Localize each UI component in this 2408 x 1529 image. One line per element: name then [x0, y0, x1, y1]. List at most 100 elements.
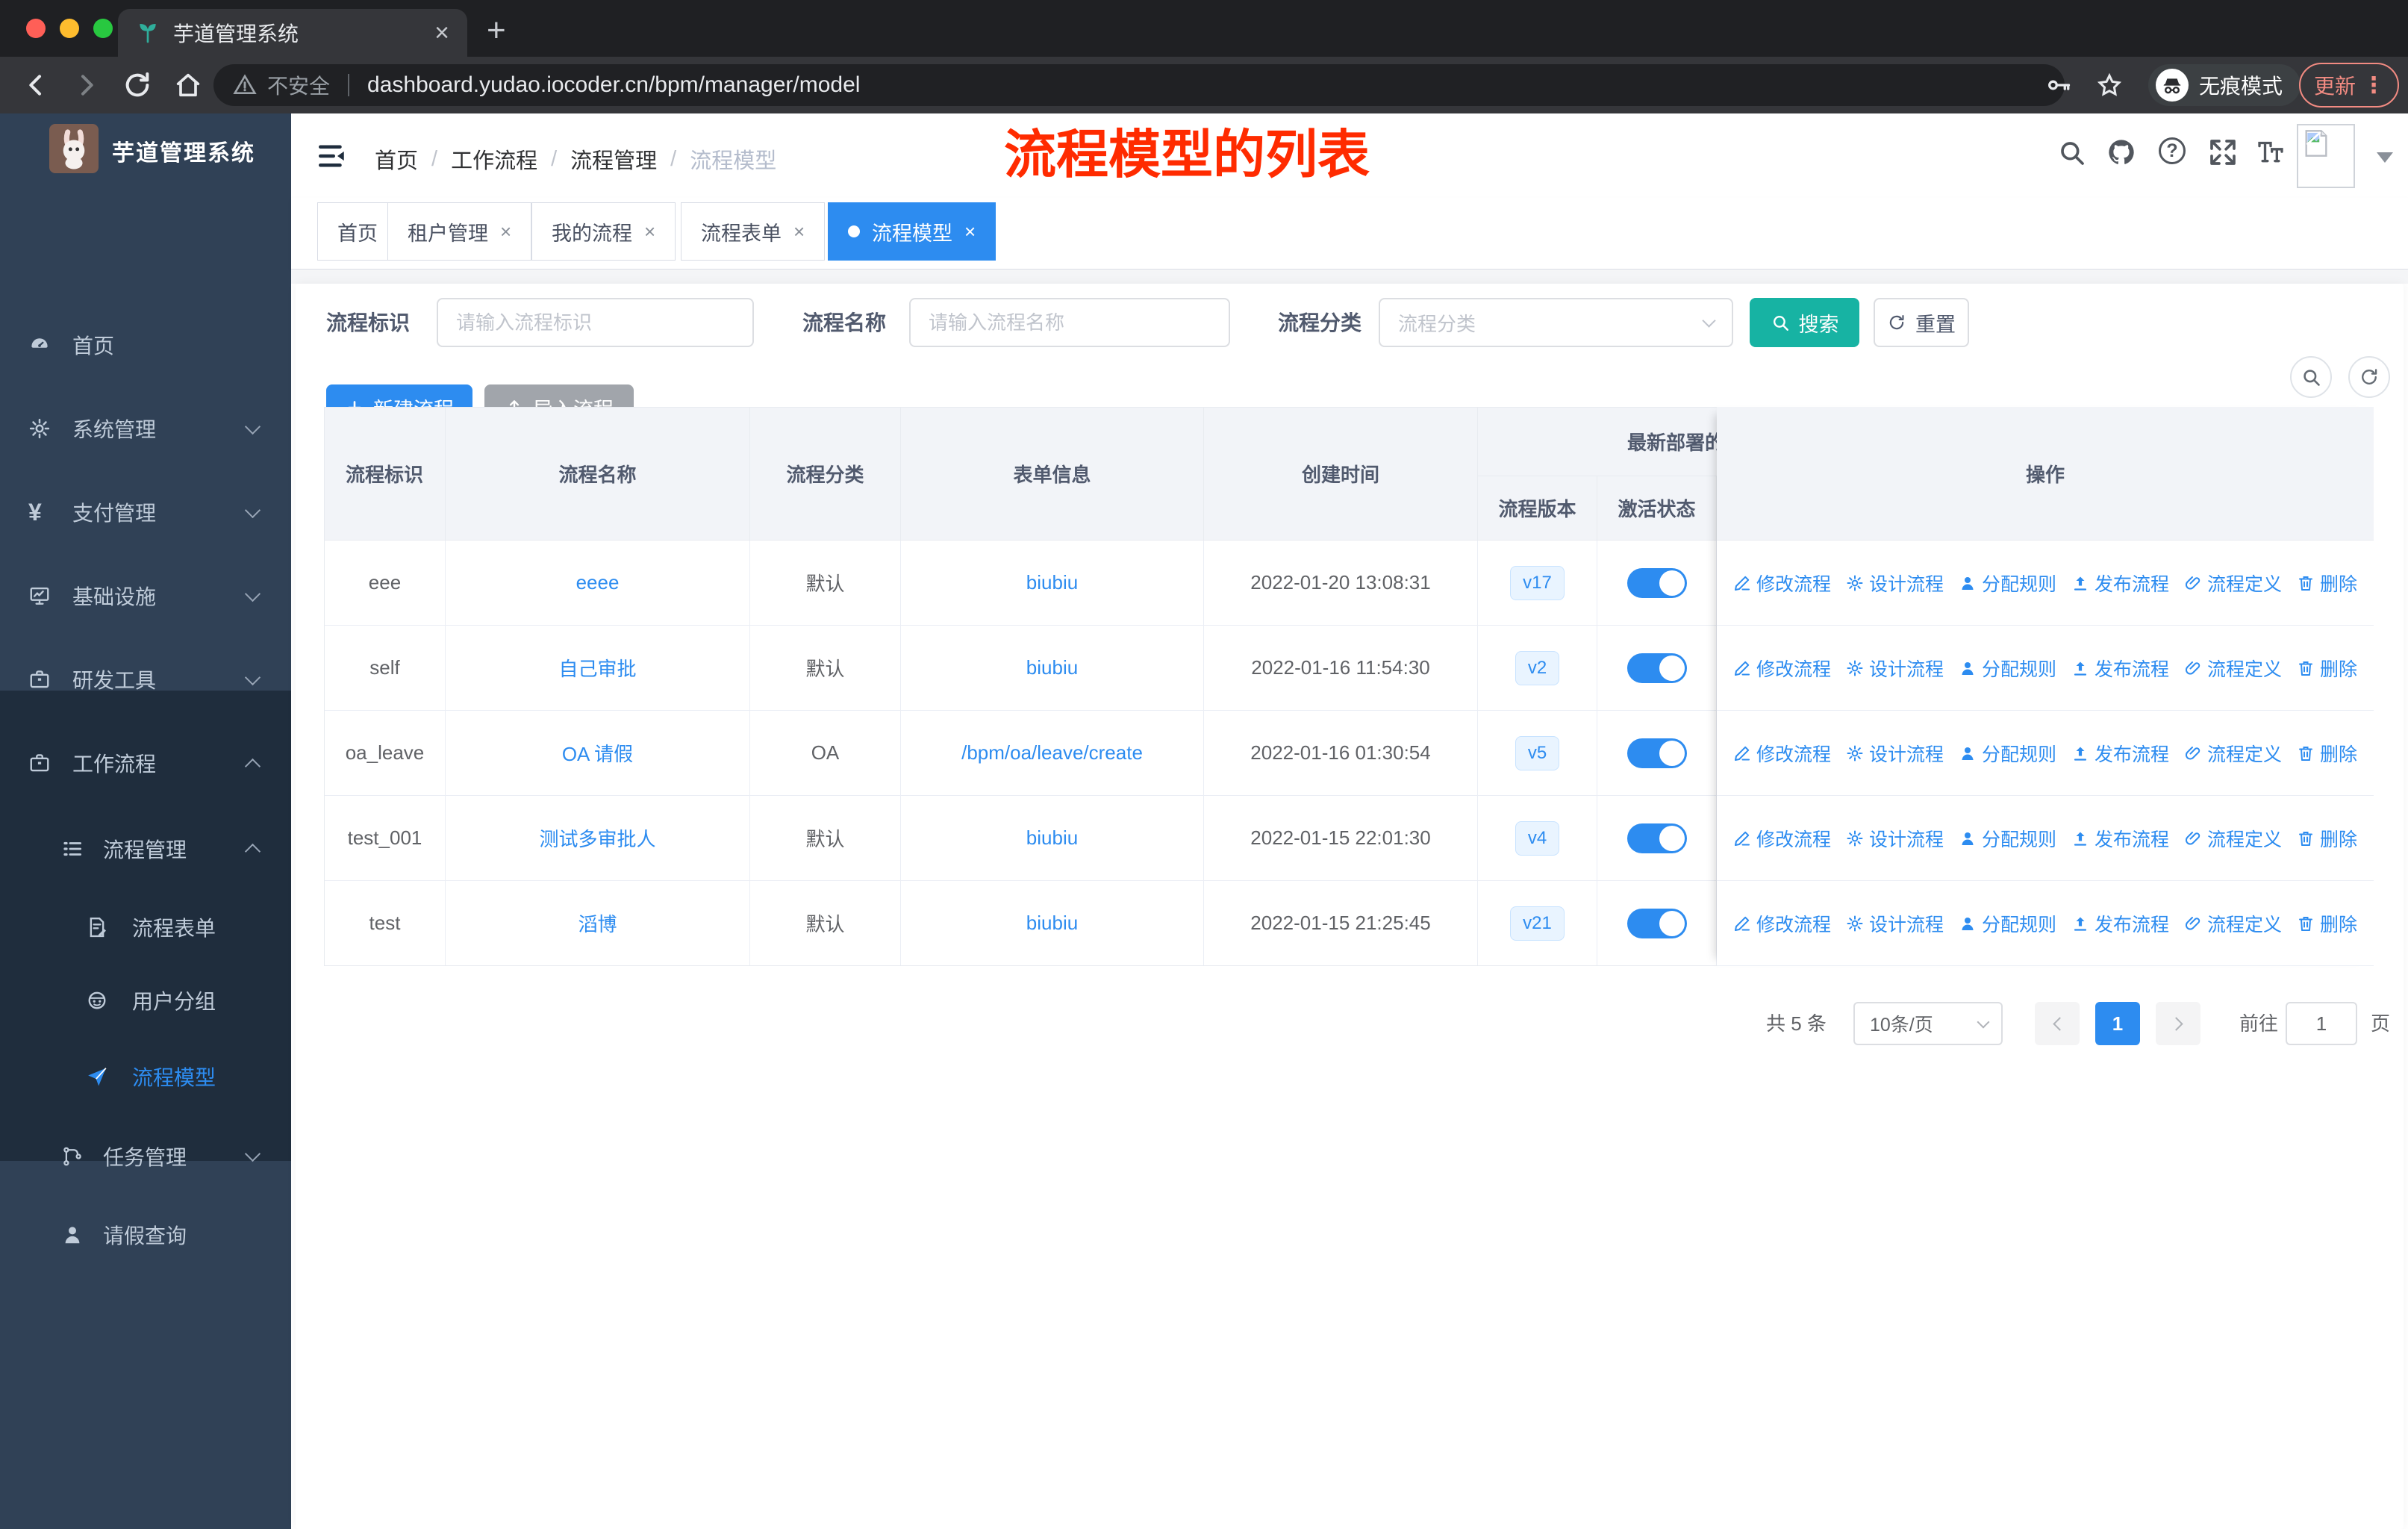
bookmark-star-icon[interactable] [2096, 72, 2123, 99]
sidebar-item-home[interactable]: 首页 [0, 303, 291, 387]
search-button[interactable]: 搜索 [1750, 298, 1859, 347]
process-key-input[interactable] [437, 298, 754, 347]
font-size-icon[interactable] [2256, 137, 2286, 167]
form-info-link[interactable]: biubiu [1026, 656, 1078, 679]
sidebar-item-process-form[interactable]: 流程表单 [0, 888, 291, 966]
process-name-link[interactable]: OA 请假 [562, 739, 633, 767]
breadcrumb-process-management[interactable]: 流程管理 [570, 143, 657, 175]
search-icon[interactable] [2056, 137, 2086, 167]
fullscreen-icon[interactable] [2208, 137, 2238, 167]
tab-close-icon[interactable]: × [434, 20, 449, 46]
prev-page-button[interactable] [2035, 1002, 2080, 1045]
tab-home[interactable]: 首页 [317, 202, 398, 261]
new-tab-button[interactable]: + [487, 12, 506, 49]
sidebar-item-system[interactable]: 系统管理 [0, 387, 291, 470]
active-toggle[interactable] [1626, 567, 1687, 598]
process-definition-link[interactable]: 流程定义 [2184, 570, 2282, 597]
process-definition-link[interactable]: 流程定义 [2184, 655, 2282, 682]
current-page-button[interactable]: 1 [2095, 1002, 2140, 1045]
design-process-link[interactable]: 设计流程 [1846, 570, 1944, 597]
design-process-link[interactable]: 设计流程 [1846, 910, 1944, 937]
delete-link[interactable]: 删除 [2297, 910, 2357, 937]
active-toggle[interactable] [1626, 738, 1687, 768]
process-definition-link[interactable]: 流程定义 [2184, 740, 2282, 767]
sidebar-item-infrastructure[interactable]: 基础设施 [0, 554, 291, 638]
form-info-link[interactable]: /bpm/oa/leave/create [961, 741, 1143, 764]
tab-my-process[interactable]: 我的流程 × [531, 202, 676, 261]
assign-rule-link[interactable]: 分配规则 [1959, 655, 2056, 682]
publish-process-link[interactable]: 发布流程 [2071, 825, 2169, 852]
form-info-link[interactable]: biubiu [1026, 826, 1078, 850]
assign-rule-link[interactable]: 分配规则 [1959, 740, 2056, 767]
home-icon[interactable] [173, 70, 203, 100]
tab-close-icon[interactable]: × [500, 220, 511, 243]
assign-rule-link[interactable]: 分配规则 [1959, 825, 2056, 852]
security-label[interactable]: 不安全 [267, 70, 330, 100]
window-minimize-button[interactable] [60, 19, 79, 38]
url-bar[interactable]: 不安全 dashboard.yudao.iocoder.cn/bpm/manag… [213, 64, 2065, 106]
category-select[interactable]: 流程分类 [1379, 298, 1733, 347]
sidebar-item-payment[interactable]: ¥ 支付管理 [0, 470, 291, 554]
tab-process-model[interactable]: 流程模型 × [828, 202, 996, 261]
sidebar-item-process-management[interactable]: 流程管理 [0, 809, 291, 888]
form-info-link[interactable]: biubiu [1026, 912, 1078, 935]
delete-link[interactable]: 删除 [2297, 655, 2357, 682]
reset-button[interactable]: 重置 [1874, 298, 1969, 347]
sidebar-item-workflow[interactable]: 工作流程 [0, 721, 291, 805]
edit-process-link[interactable]: 修改流程 [1733, 825, 1831, 852]
update-button[interactable]: 更新 ⋮ [2299, 63, 2399, 108]
delete-link[interactable]: 删除 [2297, 740, 2357, 767]
active-toggle[interactable] [1626, 823, 1687, 853]
assign-rule-link[interactable]: 分配规则 [1959, 910, 2056, 937]
tab-close-icon[interactable]: × [964, 220, 976, 243]
form-info-link[interactable]: biubiu [1026, 571, 1078, 594]
browser-tab[interactable]: 芋道管理系统 × [118, 9, 467, 57]
github-icon[interactable] [2106, 137, 2136, 167]
goto-page-input[interactable] [2286, 1002, 2357, 1045]
active-toggle[interactable] [1626, 653, 1687, 683]
window-maximize-button[interactable] [93, 19, 113, 38]
sidebar-collapse-icon[interactable] [316, 140, 348, 172]
update-label[interactable]: 更新 [2314, 70, 2356, 100]
forward-icon[interactable] [72, 70, 102, 100]
show-search-button[interactable] [2290, 356, 2332, 398]
active-toggle[interactable] [1626, 908, 1687, 938]
breadcrumb-workflow[interactable]: 工作流程 [451, 143, 537, 175]
process-definition-link[interactable]: 流程定义 [2184, 825, 2282, 852]
sidebar-item-task-management[interactable]: 任务管理 [0, 1117, 291, 1195]
avatar[interactable] [2297, 124, 2355, 188]
design-process-link[interactable]: 设计流程 [1846, 655, 1944, 682]
process-name-link[interactable]: 自己审批 [558, 654, 636, 682]
publish-process-link[interactable]: 发布流程 [2071, 655, 2169, 682]
refresh-table-button[interactable] [2348, 356, 2390, 398]
delete-link[interactable]: 删除 [2297, 825, 2357, 852]
reload-icon[interactable] [122, 70, 152, 100]
process-name-link[interactable]: eeee [576, 571, 620, 594]
next-page-button[interactable] [2156, 1002, 2200, 1045]
edit-process-link[interactable]: 修改流程 [1733, 910, 1831, 937]
sidebar-item-devtools[interactable]: 研发工具 [0, 638, 291, 721]
process-definition-link[interactable]: 流程定义 [2184, 910, 2282, 937]
process-name-link[interactable]: 测试多审批人 [539, 824, 655, 852]
tab-process-form[interactable]: 流程表单 × [681, 202, 826, 261]
browser-menu-icon[interactable]: ⋮ [2362, 72, 2386, 99]
edit-process-link[interactable]: 修改流程 [1733, 740, 1831, 767]
publish-process-link[interactable]: 发布流程 [2071, 910, 2169, 937]
back-icon[interactable] [21, 70, 51, 100]
page-size-select[interactable]: 10条/页 [1853, 1002, 2003, 1045]
help-icon[interactable]: ? [2159, 137, 2186, 164]
edit-process-link[interactable]: 修改流程 [1733, 570, 1831, 597]
tab-tenant-management[interactable]: 租户管理 × [387, 202, 532, 261]
breadcrumb-home[interactable]: 首页 [375, 143, 418, 175]
process-name-input[interactable] [909, 298, 1230, 347]
tab-close-icon[interactable]: × [644, 220, 655, 243]
url-text[interactable]: dashboard.yudao.iocoder.cn/bpm/manager/m… [367, 72, 860, 98]
window-close-button[interactable] [26, 19, 46, 38]
assign-rule-link[interactable]: 分配规则 [1959, 570, 2056, 597]
key-icon[interactable] [2045, 72, 2072, 99]
publish-process-link[interactable]: 发布流程 [2071, 570, 2169, 597]
sidebar-item-process-model[interactable]: 流程模型 [0, 1037, 291, 1115]
sidebar-item-leave-query[interactable]: 请假查询 [0, 1195, 291, 1274]
sidebar-item-user-group[interactable]: 用户分组 [0, 961, 291, 1039]
publish-process-link[interactable]: 发布流程 [2071, 740, 2169, 767]
